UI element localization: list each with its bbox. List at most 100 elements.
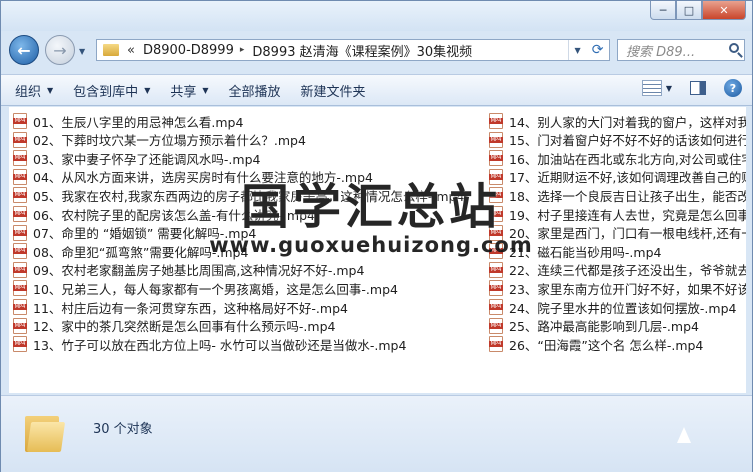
recent-pages-dropdown[interactable]: ▼ (79, 47, 85, 56)
file-list: 01、生辰八字里的用忌神怎么看.mp4 02、下葬时坟穴某一方位塌方预示着什么？.… (9, 107, 746, 393)
file-item[interactable]: 07、命里的 “婚姻锁” 需要化解吗-.mp4 (13, 224, 256, 242)
mp4-file-icon (13, 113, 27, 129)
file-name: 14、别人家的大门对着我的窗户，这样对我有影响吗-.mp4 (509, 114, 746, 130)
title-bar: ─ □ ✕ (1, 1, 752, 31)
file-item[interactable]: 21、磁石能当砂用吗-.mp4 (489, 242, 661, 260)
file-item[interactable]: 15、门对着窗户好不好不好的话该如何进行化解-.mp4 (489, 131, 746, 149)
chevron-down-icon: ▼ (144, 85, 151, 95)
file-item[interactable]: 14、别人家的大门对着我的窗户，这样对我有影响吗-.mp4 (489, 112, 746, 130)
details-pane: 30 个对象 (1, 395, 752, 472)
file-item[interactable]: 01、生辰八字里的用忌神怎么看.mp4 (13, 112, 243, 130)
search-box[interactable]: 搜索 D89... (617, 39, 745, 61)
file-name: 05、我家在农村,我家东西两边的房子都比我家房子高，这种情况怎么样-.mp4 (33, 188, 465, 204)
file-name: 21、磁石能当砂用吗-.mp4 (509, 244, 662, 260)
mp4-file-icon (13, 206, 27, 222)
view-controls: ▼ ? (641, 79, 742, 97)
file-item[interactable]: 19、村子里接连有人去世，究竟是怎么回事-.mp4 (489, 205, 746, 223)
mp4-file-icon (13, 168, 27, 185)
file-item[interactable]: 26、“田海霞”这个名 怎么样-.mp4 (489, 335, 703, 353)
mp4-file-icon (489, 206, 503, 222)
breadcrumb-item[interactable]: D8993 赵清海《课程案例》30集视频 (252, 41, 472, 60)
arrow-right-icon: → (53, 40, 67, 60)
file-item[interactable]: 04、从风水方面来讲，选房买房时有什么要注意的地方-.mp4 (13, 168, 373, 186)
file-name: 23、家里东南方位开门好不好，如果不好该怎么办-.mp4 (509, 281, 746, 297)
help-icon[interactable]: ? (724, 79, 742, 97)
search-icon (729, 43, 739, 53)
forward-button[interactable]: → (45, 35, 75, 65)
new-folder-button[interactable]: 新建文件夹 (301, 81, 366, 100)
file-item[interactable]: 22、连续三代都是孩子还没出生，爷爷就去世了-.mp4 (489, 261, 746, 279)
file-item[interactable]: 11、村庄后边有一条河贯穿东西，这种格局好不好-.mp4 (13, 298, 348, 316)
file-name: 10、兄弟三人，每人每家都有一个男孩离婚，这是怎么回事-.mp4 (33, 281, 398, 297)
address-bar[interactable]: « D8900-D8999 ▸ D8993 赵清海《课程案例》30集视频 ▼ ⟳ (96, 39, 610, 61)
file-name: 24、院子里水井的位置该如何摆放-.mp4 (509, 300, 737, 316)
file-name: 19、村子里接连有人去世，究竟是怎么回事-.mp4 (509, 207, 746, 223)
file-item[interactable]: 05、我家在农村,我家东西两边的房子都比我家房子高，这种情况怎么样-.mp4 (13, 186, 464, 204)
file-item[interactable]: 10、兄弟三人，每人每家都有一个男孩离婚，这是怎么回事-.mp4 (13, 279, 398, 297)
maximize-button[interactable]: □ (676, 1, 702, 20)
include-in-library-button[interactable]: 包含到库中 ▼ (73, 81, 150, 100)
file-item[interactable]: 18、选择一个良辰吉日让孩子出生，能否改变孩子的命运-.mp4 (489, 186, 746, 204)
chevron-down-icon: ▼ (47, 85, 54, 95)
mp4-file-icon (489, 299, 503, 315)
mp4-file-icon (489, 224, 503, 241)
file-item[interactable]: 17、近期财运不好,该如何调理改善自己的财运-.mp4 (489, 168, 746, 186)
command-bar: 组织 ▼ 包含到库中 ▼ 共享 ▼ 全部播放 新建文件夹 ▼ ? (1, 74, 752, 106)
mp4-file-icon (489, 131, 503, 148)
file-item[interactable]: 03、家中妻子怀孕了还能调风水吗-.mp4 (13, 149, 260, 167)
explorer-window: ─ □ ✕ ← → ▼ « D8900-D8999 ▸ D8993 赵清海《课程… (0, 0, 753, 472)
share-button[interactable]: 共享 ▼ (170, 81, 208, 100)
mouse-cursor-icon (677, 427, 691, 443)
file-name: 26、“田海霞”这个名 怎么样-.mp4 (509, 337, 704, 353)
chevron-down-icon[interactable]: ▼ (575, 46, 581, 55)
file-item[interactable]: 09、农村老家翻盖房子她基比周围高,这种情况好不好-.mp4 (13, 261, 364, 279)
play-all-button[interactable]: 全部播放 (229, 81, 281, 100)
mp4-file-icon (13, 299, 27, 315)
file-item[interactable]: 20、家里是西门，门口有一根电线杆,还有一棵树-.mp4 (489, 224, 746, 242)
organize-button[interactable]: 组织 ▼ (15, 81, 53, 100)
file-name: 01、生辰八字里的用忌神怎么看.mp4 (33, 114, 244, 130)
window-controls: ─ □ ✕ (650, 1, 746, 20)
back-button[interactable]: ← (9, 35, 39, 65)
file-item[interactable]: 16、加油站在西北或东北方向,对公司或住宅有影响吗-.mp4 (489, 149, 746, 167)
close-button[interactable]: ✕ (702, 1, 746, 20)
mp4-file-icon (13, 224, 27, 241)
file-name: 13、竹子可以放在西北方位上吗- 水竹可以当做砂还是当做水-.mp4 (33, 337, 407, 353)
mp4-file-icon (13, 187, 27, 204)
share-label: 共享 (170, 84, 197, 100)
mp4-file-icon (489, 336, 503, 353)
file-name: 09、农村老家翻盖房子她基比周围高,这种情况好不好-.mp4 (33, 263, 365, 279)
file-item[interactable]: 23、家里东南方位开门好不好，如果不好该怎么办-.mp4 (489, 279, 746, 297)
file-name: 03、家中妻子怀孕了还能调风水吗-.mp4 (33, 151, 261, 167)
navigation-bar: ← → ▼ « D8900-D8999 ▸ D8993 赵清海《课程案例》30集… (1, 31, 752, 69)
file-item[interactable]: 25、路冲最高能影响到几层-.mp4 (489, 317, 699, 335)
minimize-button[interactable]: ─ (650, 1, 676, 20)
file-name: 08、命里犯“孤弯煞”需要化解吗-.mp4 (33, 244, 249, 260)
folder-icon (23, 412, 66, 452)
breadcrumb-item[interactable]: D8900-D8999 (143, 43, 234, 58)
refresh-icon[interactable]: ⟳ (592, 42, 604, 58)
file-item[interactable]: 13、竹子可以放在西北方位上吗- 水竹可以当做砂还是当做水-.mp4 (13, 335, 406, 353)
breadcrumb-separator[interactable]: ▸ (240, 45, 245, 55)
view-list-icon[interactable] (641, 80, 662, 96)
file-name: 20、家里是西门，门口有一根电线杆,还有一棵树-.mp4 (509, 226, 746, 242)
preview-pane-icon[interactable] (690, 81, 706, 95)
file-name: 11、村庄后边有一条河贯穿东西，这种格局好不好-.mp4 (33, 300, 348, 316)
breadcrumb-overflow[interactable]: « (127, 43, 135, 58)
chevron-down-icon[interactable]: ▼ (666, 84, 672, 93)
mp4-file-icon (489, 317, 503, 334)
file-name: 16、加油站在西北或东北方向,对公司或住宅有影响吗-.mp4 (509, 151, 746, 167)
mp4-file-icon (13, 150, 27, 167)
mp4-file-icon (13, 280, 27, 297)
address-actions: ▼ ⟳ (568, 40, 609, 60)
search-input[interactable]: 搜索 D89... (626, 41, 695, 60)
file-item[interactable]: 08、命里犯“孤弯煞”需要化解吗-.mp4 (13, 242, 248, 260)
file-item[interactable]: 02、下葬时坟穴某一方位塌方预示着什么？.mp4 (13, 131, 306, 149)
new-folder-label: 新建文件夹 (300, 84, 366, 100)
mp4-file-icon (13, 317, 27, 334)
mp4-file-icon (489, 113, 503, 129)
file-item[interactable]: 12、家中的茶几突然断是怎么回事有什么预示吗-.mp4 (13, 317, 335, 335)
file-item[interactable]: 24、院子里水井的位置该如何摆放-.mp4 (489, 298, 736, 316)
file-name: 22、连续三代都是孩子还没出生，爷爷就去世了-.mp4 (509, 263, 746, 279)
file-item[interactable]: 06、农村院子里的配房该怎么盖-有什么讲究-.mp4 (13, 205, 315, 223)
